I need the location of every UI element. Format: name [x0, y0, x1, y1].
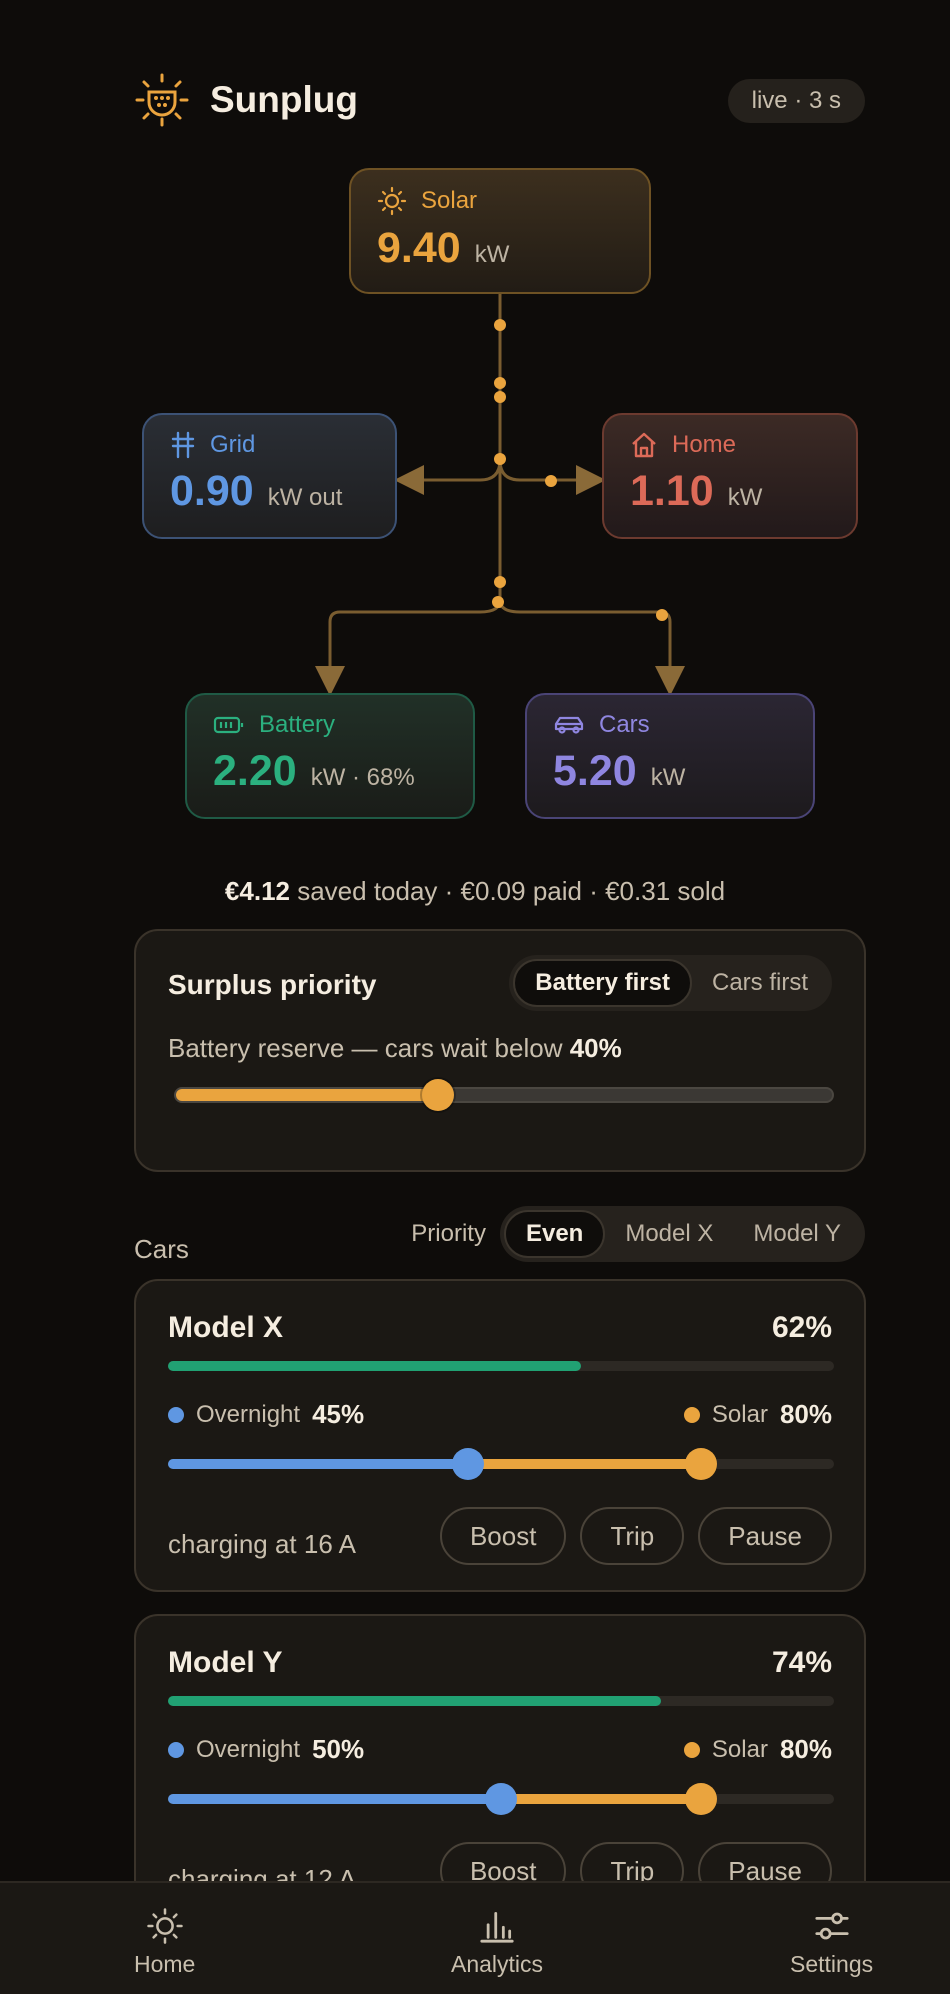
reserve-value: 40% — [569, 1033, 622, 1063]
solar-value: 9.40 — [377, 224, 461, 272]
home-unit: kW — [727, 484, 763, 511]
battery-reserve-label: Battery reserve — cars wait below 40% — [168, 1033, 622, 1064]
battery-first-option[interactable]: Battery first — [513, 959, 692, 1007]
battery-label: Battery — [259, 711, 336, 738]
overnight-value: 50% — [312, 1734, 365, 1764]
cars-label: Cars — [599, 711, 650, 738]
car-priority-toggle: Even Model X Model Y — [499, 1206, 865, 1262]
car-priority-label: Priority — [411, 1220, 486, 1247]
charge-limit-slider[interactable] — [168, 1448, 834, 1480]
priority-model-x-option[interactable]: Model X — [605, 1210, 733, 1258]
solar-range — [501, 1794, 701, 1804]
overnight-handle[interactable] — [485, 1783, 517, 1815]
grid-value: 0.90 — [170, 467, 254, 515]
solar-handle[interactable] — [684, 1448, 717, 1480]
solar-label: Solar — [421, 187, 478, 214]
solar-limit-value: 80% — [779, 1399, 832, 1429]
surplus-priority-card: Surplus priority Battery first Cars firs… — [134, 929, 866, 1172]
soc-bar — [168, 1696, 834, 1706]
solar-dot-icon — [683, 1406, 700, 1423]
charging-status: charging at 16 A — [168, 1529, 356, 1559]
cars-node[interactable]: Cars 5.20 kW — [525, 693, 815, 819]
overnight-value: 45% — [312, 1399, 365, 1429]
nav-home[interactable]: Home — [134, 1907, 195, 1978]
sun-icon — [146, 1908, 183, 1944]
battery-reserve-slider[interactable] — [174, 1079, 834, 1111]
nav-home-label: Home — [134, 1951, 196, 1977]
bar-chart-icon — [480, 1911, 514, 1943]
pause-button[interactable]: Pause — [698, 1507, 832, 1565]
car-actions: Boost Trip Pause — [439, 1507, 832, 1565]
soc-bar-fill — [168, 1696, 661, 1706]
sun-icon — [377, 186, 407, 216]
overnight-range — [168, 1459, 468, 1469]
surplus-title: Surplus priority — [168, 969, 377, 1000]
savings-rest: saved today · €0.09 paid · €0.31 sold — [290, 876, 726, 906]
soc-bar — [168, 1361, 834, 1371]
solar-limit: Solar 80% — [683, 1734, 832, 1765]
surplus-priority-toggle: Battery first Cars first — [509, 955, 832, 1011]
trip-button[interactable]: Trip — [580, 1507, 685, 1565]
overnight-label: Overnight — [196, 1400, 301, 1428]
overnight-range — [168, 1794, 501, 1804]
car-priority-control: Priority Even Model X Model Y — [411, 1206, 865, 1262]
battery-node[interactable]: Battery 2.20 kW · 68% — [185, 693, 475, 819]
overnight-limit: Overnight 45% — [168, 1399, 364, 1430]
savings-summary: €4.12 saved today · €0.09 paid · €0.31 s… — [0, 876, 950, 907]
nav-analytics-label: Analytics — [451, 1951, 544, 1977]
solar-unit: kW — [474, 241, 510, 268]
home-label: Home — [672, 431, 737, 458]
home-value: 1.10 — [630, 467, 714, 515]
overnight-dot-icon — [168, 1741, 184, 1758]
solar-handle[interactable] — [684, 1783, 717, 1815]
nav-analytics[interactable]: Analytics — [451, 1907, 543, 1978]
solar-limit-label: Solar — [711, 1400, 768, 1428]
nav-settings[interactable]: Settings — [790, 1907, 873, 1978]
cars-unit: kW — [650, 764, 686, 791]
grid-node[interactable]: Grid 0.90 kW out — [142, 413, 397, 539]
battery-unit: kW · 68% — [310, 764, 415, 791]
grid-unit: kW out — [267, 484, 343, 511]
car-icon — [554, 716, 584, 734]
house-icon — [632, 432, 656, 458]
grid-icon — [171, 431, 195, 459]
nav-settings-label: Settings — [790, 1951, 874, 1977]
overnight-handle[interactable] — [451, 1448, 484, 1480]
priority-model-y-option[interactable]: Model Y — [733, 1210, 861, 1258]
saved-amount: €4.12 — [224, 876, 290, 906]
overnight-dot-icon — [168, 1406, 184, 1423]
cars-first-option[interactable]: Cars first — [692, 959, 828, 1007]
car-name: Model X — [168, 1311, 284, 1344]
cars-value: 5.20 — [553, 747, 637, 795]
car-card: Model X 62% Overnight 45% Solar 80% char… — [134, 1279, 866, 1592]
solar-limit: Solar 80% — [683, 1399, 832, 1430]
grid-label: Grid — [210, 431, 256, 458]
reserve-slider-handle[interactable] — [422, 1079, 455, 1111]
soc-bar-fill — [168, 1361, 581, 1371]
overnight-limit: Overnight 50% — [168, 1734, 364, 1765]
solar-dot-icon — [683, 1741, 700, 1758]
car-soc: 74% — [771, 1646, 832, 1679]
car-soc: 62% — [771, 1311, 832, 1344]
solar-node[interactable]: Solar 9.40 kW — [349, 168, 651, 294]
solar-limit-label: Solar — [711, 1735, 768, 1763]
reserve-text: Battery reserve — cars wait below — [168, 1033, 570, 1063]
sliders-icon — [814, 1912, 849, 1940]
car-name: Model Y — [168, 1646, 283, 1679]
battery-icon — [213, 716, 244, 734]
boost-button[interactable]: Boost — [439, 1507, 567, 1565]
bottom-nav: Home Analytics Settings — [0, 1881, 950, 1994]
overnight-label: Overnight — [196, 1735, 301, 1763]
priority-even-option[interactable]: Even — [503, 1210, 606, 1258]
charge-limit-slider[interactable] — [168, 1783, 834, 1815]
cars-section-title: Cars — [134, 1234, 189, 1264]
solar-range — [467, 1459, 701, 1469]
reserve-slider-fill — [176, 1089, 439, 1101]
battery-value: 2.20 — [213, 747, 297, 795]
home-node[interactable]: Home 1.10 kW — [602, 413, 858, 539]
solar-limit-value: 80% — [779, 1734, 832, 1764]
